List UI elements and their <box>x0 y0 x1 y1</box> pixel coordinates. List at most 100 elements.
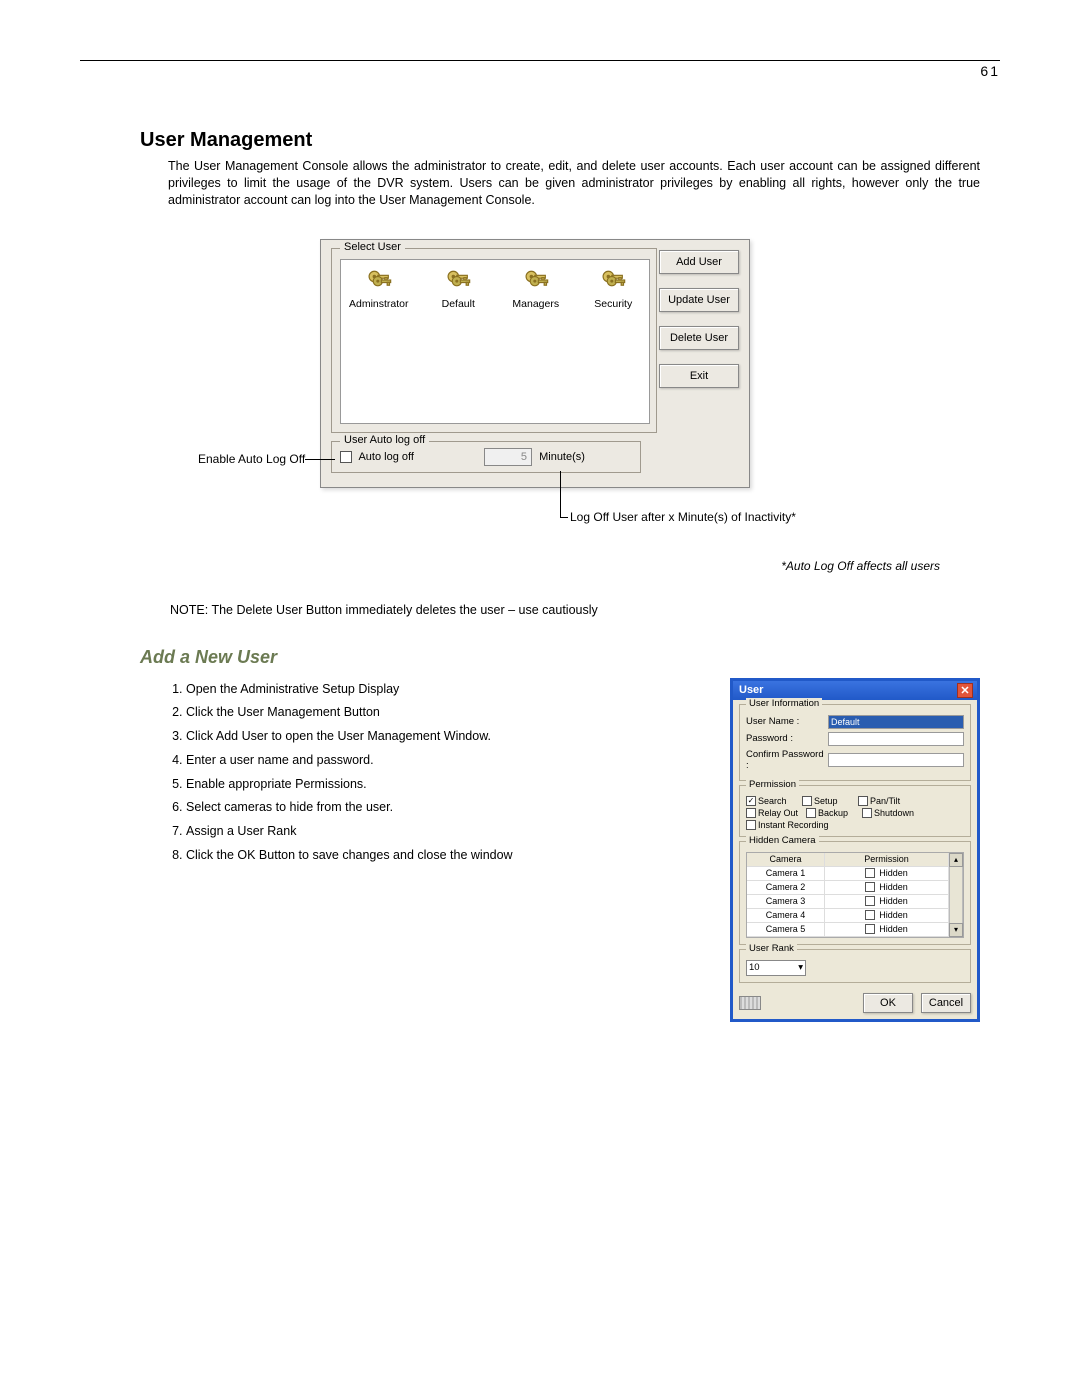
keyboard-icon[interactable] <box>739 996 761 1010</box>
permission-label: Backup <box>818 808 848 818</box>
autolog-legend: User Auto log off <box>340 434 429 446</box>
step-item: Enable appropriate Permissions. <box>186 773 710 797</box>
step-item: Click Add User to open the User Manageme… <box>186 725 710 749</box>
checkbox-icon <box>865 910 875 920</box>
user-item-label: Adminstrator <box>349 298 409 310</box>
camera-header-name: Camera <box>747 853 825 867</box>
user-rank-value: 10 <box>749 962 760 973</box>
camera-name: Camera 1 <box>747 867 825 881</box>
permission-instant-recording[interactable]: Instant Recording <box>746 820 836 830</box>
camera-permission-cell[interactable]: Hidden <box>825 867 949 881</box>
add-user-button[interactable]: Add User <box>659 250 739 274</box>
exit-button[interactable]: Exit <box>659 364 739 388</box>
keys-icon <box>522 266 550 294</box>
autolog-minutes-input[interactable]: 5 <box>484 448 532 466</box>
checkbox-icon <box>746 820 756 830</box>
permission-search[interactable]: ✓Search <box>746 796 798 806</box>
delete-user-button[interactable]: Delete User <box>659 326 739 350</box>
step-item: Select cameras to hide from the user. <box>186 796 710 820</box>
permission-setup[interactable]: Setup <box>802 796 854 806</box>
camera-permission-label: Hidden <box>879 896 908 906</box>
camera-permission-label: Hidden <box>879 924 908 934</box>
checkbox-icon <box>746 808 756 818</box>
camera-name: Camera 4 <box>747 909 825 923</box>
chevron-down-icon: ▾ <box>798 962 803 973</box>
camera-table: Camera Permission Camera 1HiddenCamera 2… <box>746 852 964 938</box>
camera-permission-label: Hidden <box>879 910 908 920</box>
step-item: Open the Administrative Setup Display <box>186 678 710 702</box>
keys-icon <box>444 266 472 294</box>
autolog-minutes-unit: Minute(s) <box>539 451 585 463</box>
step-item: Click the User Management Button <box>186 701 710 725</box>
subsection-title: Add a New User <box>140 647 980 668</box>
user-item[interactable]: Security <box>586 266 641 310</box>
checkbox-icon <box>862 808 872 818</box>
user-rank-select[interactable]: 10 ▾ <box>746 960 806 976</box>
close-icon[interactable]: ✕ <box>957 683 973 698</box>
camera-row: Camera 1 Hidden <box>747 867 949 881</box>
user-item-label: Default <box>442 298 475 310</box>
checkbox-icon <box>806 808 816 818</box>
checkbox-icon <box>865 868 875 878</box>
section-title: User Management <box>140 129 980 152</box>
confirm-password-label: Confirm Password : <box>746 749 824 771</box>
user-item[interactable]: Managers <box>508 266 563 310</box>
step-item: Enter a user name and password. <box>186 749 710 773</box>
camera-permission-cell[interactable]: Hidden <box>825 923 949 937</box>
section-paragraph: The User Management Console allows the a… <box>168 158 980 209</box>
user-item-label: Managers <box>512 298 559 310</box>
checkbox-icon <box>858 796 868 806</box>
scroll-down-icon[interactable]: ▾ <box>949 923 963 937</box>
ok-button[interactable]: OK <box>863 993 913 1013</box>
permission-label: Search <box>758 796 787 806</box>
scrollbar-track[interactable] <box>949 867 963 923</box>
select-user-legend: Select User <box>340 241 405 253</box>
keys-icon <box>365 266 393 294</box>
username-input[interactable]: Default <box>828 715 964 729</box>
permission-legend: Permission <box>746 779 799 790</box>
autolog-checkbox-label: Auto log off <box>358 451 413 463</box>
user-rank-legend: User Rank <box>746 943 797 954</box>
camera-permission-label: Hidden <box>879 868 908 878</box>
keys-icon <box>599 266 627 294</box>
password-input[interactable] <box>828 732 964 746</box>
callout-logoff-inactivity: Log Off User after x Minute(s) of Inacti… <box>570 510 796 524</box>
permission-label: Shutdown <box>874 808 914 818</box>
camera-header-perm: Permission <box>825 853 949 867</box>
cancel-button[interactable]: Cancel <box>921 993 971 1013</box>
user-item[interactable]: Default <box>431 266 486 310</box>
update-user-button[interactable]: Update User <box>659 288 739 312</box>
page-number: 61 <box>80 63 1000 79</box>
select-user-list[interactable]: Adminstrator Default Managers Security <box>340 259 650 424</box>
camera-row: Camera 4 Hidden <box>747 909 949 923</box>
user-dialog: User ✕ User Information User Name : Defa… <box>730 678 980 1022</box>
permission-shutdown[interactable]: Shutdown <box>862 808 914 818</box>
camera-row: Camera 3 Hidden <box>747 895 949 909</box>
camera-row: Camera 2Hidden <box>747 881 949 895</box>
user-management-dialog: Select User Adminstrator Default Managers S… <box>320 239 750 488</box>
permission-label: Instant Recording <box>758 820 829 830</box>
permission-pan-tilt[interactable]: Pan/Tilt <box>858 796 910 806</box>
checkbox-icon <box>865 882 875 892</box>
checkbox-icon: ✓ <box>746 796 756 806</box>
permission-relay-out[interactable]: Relay Out <box>746 808 802 818</box>
camera-permission-cell[interactable]: Hidden <box>825 895 949 909</box>
user-item-label: Security <box>594 298 632 310</box>
camera-permission-cell[interactable]: Hidden <box>825 881 949 895</box>
camera-name: Camera 2 <box>747 881 825 895</box>
camera-name: Camera 5 <box>747 923 825 937</box>
permission-backup[interactable]: Backup <box>806 808 858 818</box>
callout-enable-autolog: Enable Auto Log Off <box>198 452 305 466</box>
checkbox-icon <box>802 796 812 806</box>
camera-permission-cell[interactable]: Hidden <box>825 909 949 923</box>
footnote-autolog: *Auto Log Off affects all users <box>140 559 940 573</box>
permission-label: Pan/Tilt <box>870 796 900 806</box>
permission-label: Relay Out <box>758 808 798 818</box>
confirm-password-input[interactable] <box>828 753 964 767</box>
checkbox-icon <box>865 924 875 934</box>
scroll-up-icon[interactable]: ▴ <box>949 853 963 867</box>
camera-name: Camera 3 <box>747 895 825 909</box>
username-label: User Name : <box>746 716 824 727</box>
autolog-checkbox[interactable] <box>340 451 352 463</box>
user-item[interactable]: Adminstrator <box>349 266 409 310</box>
